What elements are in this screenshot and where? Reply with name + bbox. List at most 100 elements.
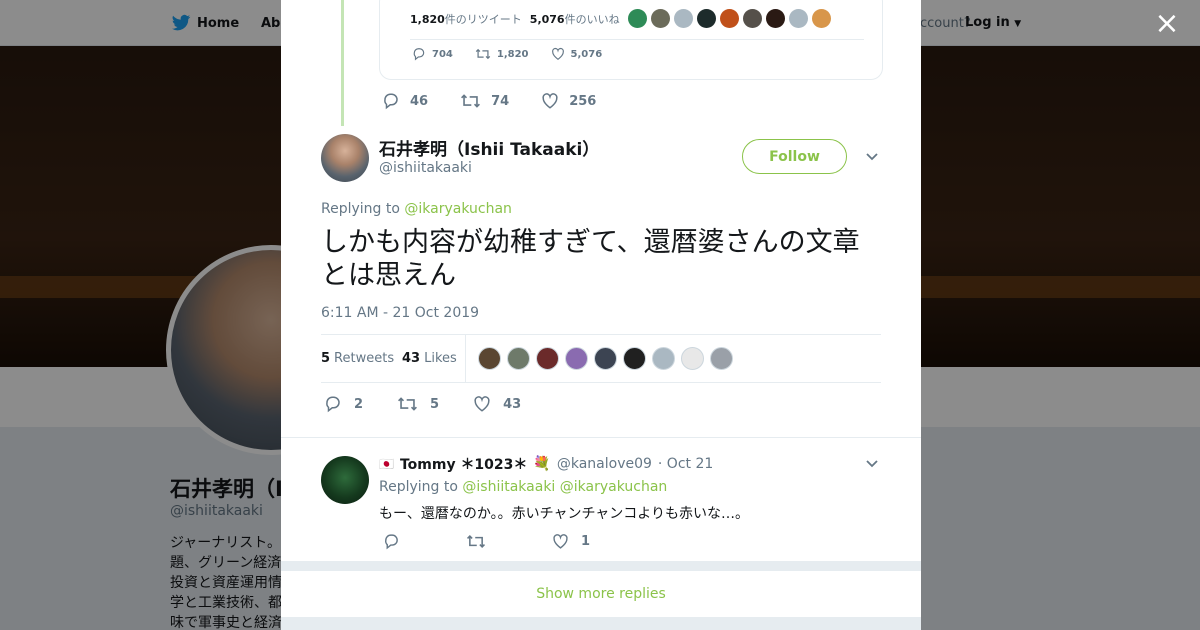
retweet-icon [475,48,491,60]
retweet-icon [466,535,486,548]
reply-header: 🇯🇵 Tommy ＊1023＊ 💐 @kanalove09 · Oct 21 [379,454,713,474]
divider [281,437,921,438]
reply-author-avatar[interactable] [321,456,369,504]
author-avatar[interactable] [321,134,369,182]
retweets-count: 5 [321,351,331,366]
quoted-like-button[interactable]: 5,076 [551,47,603,61]
liker-avatar[interactable] [651,9,670,28]
reply-icon [384,93,398,110]
liker-avatar[interactable] [697,9,716,28]
parent-like-count: 256 [569,93,597,109]
close-icon[interactable]: × [1153,9,1181,39]
quoted-reply-button[interactable]: 704 [412,47,453,61]
quoted-like-label: 件のいいね [564,13,620,26]
chevron-down-icon[interactable] [865,457,879,471]
parent-like-button[interactable]: 256 [541,92,596,110]
reply-button[interactable]: 2 [324,395,363,413]
show-more-replies-button[interactable]: Show more replies [281,571,921,617]
quoted-reply-count: 704 [432,48,453,60]
parent-reply-count: 46 [410,93,429,109]
replying-prefix: Replying to [321,201,400,217]
liker-avatar[interactable] [789,9,808,28]
thread-connector [341,0,344,126]
quoted-like-stat[interactable]: 5,076件のいいね [530,11,620,27]
liker-avatar[interactable] [478,347,501,370]
reply-icon [326,396,340,413]
liker-avatar[interactable] [536,347,559,370]
quoted-liker-avatars [628,9,831,28]
tweet-actions: 2 5 43 [324,395,521,413]
flower-icon: 💐 [533,456,551,472]
liker-avatar[interactable] [507,347,530,370]
reply-date[interactable]: · Oct 21 [658,456,713,472]
reply-like-button[interactable]: 1 [552,533,590,550]
retweet-icon [398,397,418,411]
liker-avatar[interactable] [681,347,704,370]
replying-to: Replying to @ikaryakuchan [321,201,512,217]
quoted-retweet-stat[interactable]: 1,820件のリツイート [410,11,522,27]
tweet-stats: 5 Retweets 43 Likes [321,334,881,383]
divider [410,39,864,40]
liker-avatar[interactable] [565,347,588,370]
divider [465,335,466,382]
heart-icon [474,396,490,412]
liker-avatar[interactable] [674,9,693,28]
heart-icon [551,47,564,60]
heart-icon [553,534,568,549]
like-button[interactable]: 43 [473,395,521,413]
reply-replying-to: Replying to @ishiitakaaki @ikaryakuchan [379,479,667,495]
tweet-text: しかも内容が幼稚すぎて、還暦婆さんの文章とは思えん [321,227,860,291]
retweet-count: 5 [430,396,440,412]
retweets-label: Retweets [334,351,395,366]
quoted-retweet-label: 件のリツイート [444,13,522,26]
replying-to-link[interactable]: @ikaryakuchan [404,201,512,217]
author-handle[interactable]: @ishiitakaaki [379,160,472,176]
liker-avatar[interactable] [628,9,647,28]
likes-label: Likes [424,351,457,366]
quoted-like-action-count: 5,076 [570,48,603,60]
flag-icon: 🇯🇵 [379,457,394,471]
quoted-stats: 1,820件のリツイート 5,076件のいいね [410,11,620,27]
reply-count: 2 [354,396,364,412]
liker-avatar[interactable] [594,347,617,370]
quoted-tweet-card[interactable]: 1,820件のリツイート 5,076件のいいね 704 1,820 5,076 [379,0,883,80]
retweet-icon [461,94,481,108]
reply-like-count: 1 [581,534,591,549]
reply-icon [413,48,425,61]
divider [281,617,921,630]
liker-avatar[interactable] [720,9,739,28]
parent-tweet-actions: 46 74 256 [382,92,596,110]
replying-to-link[interactable]: @ikaryakuchan [560,479,668,495]
quoted-actions: 704 1,820 5,076 [412,47,602,61]
tweet-timestamp[interactable]: 6:11 AM - 21 Oct 2019 [321,305,479,321]
likes-stat[interactable]: 43 Likes [402,351,457,366]
divider [281,561,921,571]
reply-actions: 1 [383,533,590,550]
reply-author-handle[interactable]: @kanalove09 [557,456,652,472]
like-count: 43 [503,396,522,412]
liker-avatar[interactable] [766,9,785,28]
reply-reply-button[interactable] [383,533,412,550]
replying-to-link[interactable]: @ishiitakaaki [462,479,555,495]
parent-retweet-button[interactable]: 74 [460,92,509,110]
reply-icon [385,534,398,550]
liker-avatar[interactable] [652,347,675,370]
liker-avatar[interactable] [623,347,646,370]
reply-retweet-button[interactable] [466,533,498,550]
author-name[interactable]: 石井孝明（Ishii Takaaki） [379,135,599,160]
reply-author-name[interactable]: Tommy ＊1023＊ [400,454,527,474]
liker-avatar[interactable] [812,9,831,28]
liker-avatar[interactable] [743,9,762,28]
parent-reply-button[interactable]: 46 [382,92,428,110]
chevron-down-icon[interactable] [865,150,879,164]
liker-avatar[interactable] [710,347,733,370]
quoted-like-count: 5,076 [529,13,565,26]
follow-button[interactable]: Follow [742,139,847,174]
quoted-retweet-count: 1,820 [410,13,445,26]
parent-retweet-count: 74 [491,93,510,109]
quoted-retweet-button[interactable]: 1,820 [475,47,529,61]
retweets-stat[interactable]: 5 Retweets [321,351,394,366]
replying-prefix: Replying to [379,479,458,495]
retweet-button[interactable]: 5 [397,395,439,413]
likes-count: 43 [402,351,421,366]
